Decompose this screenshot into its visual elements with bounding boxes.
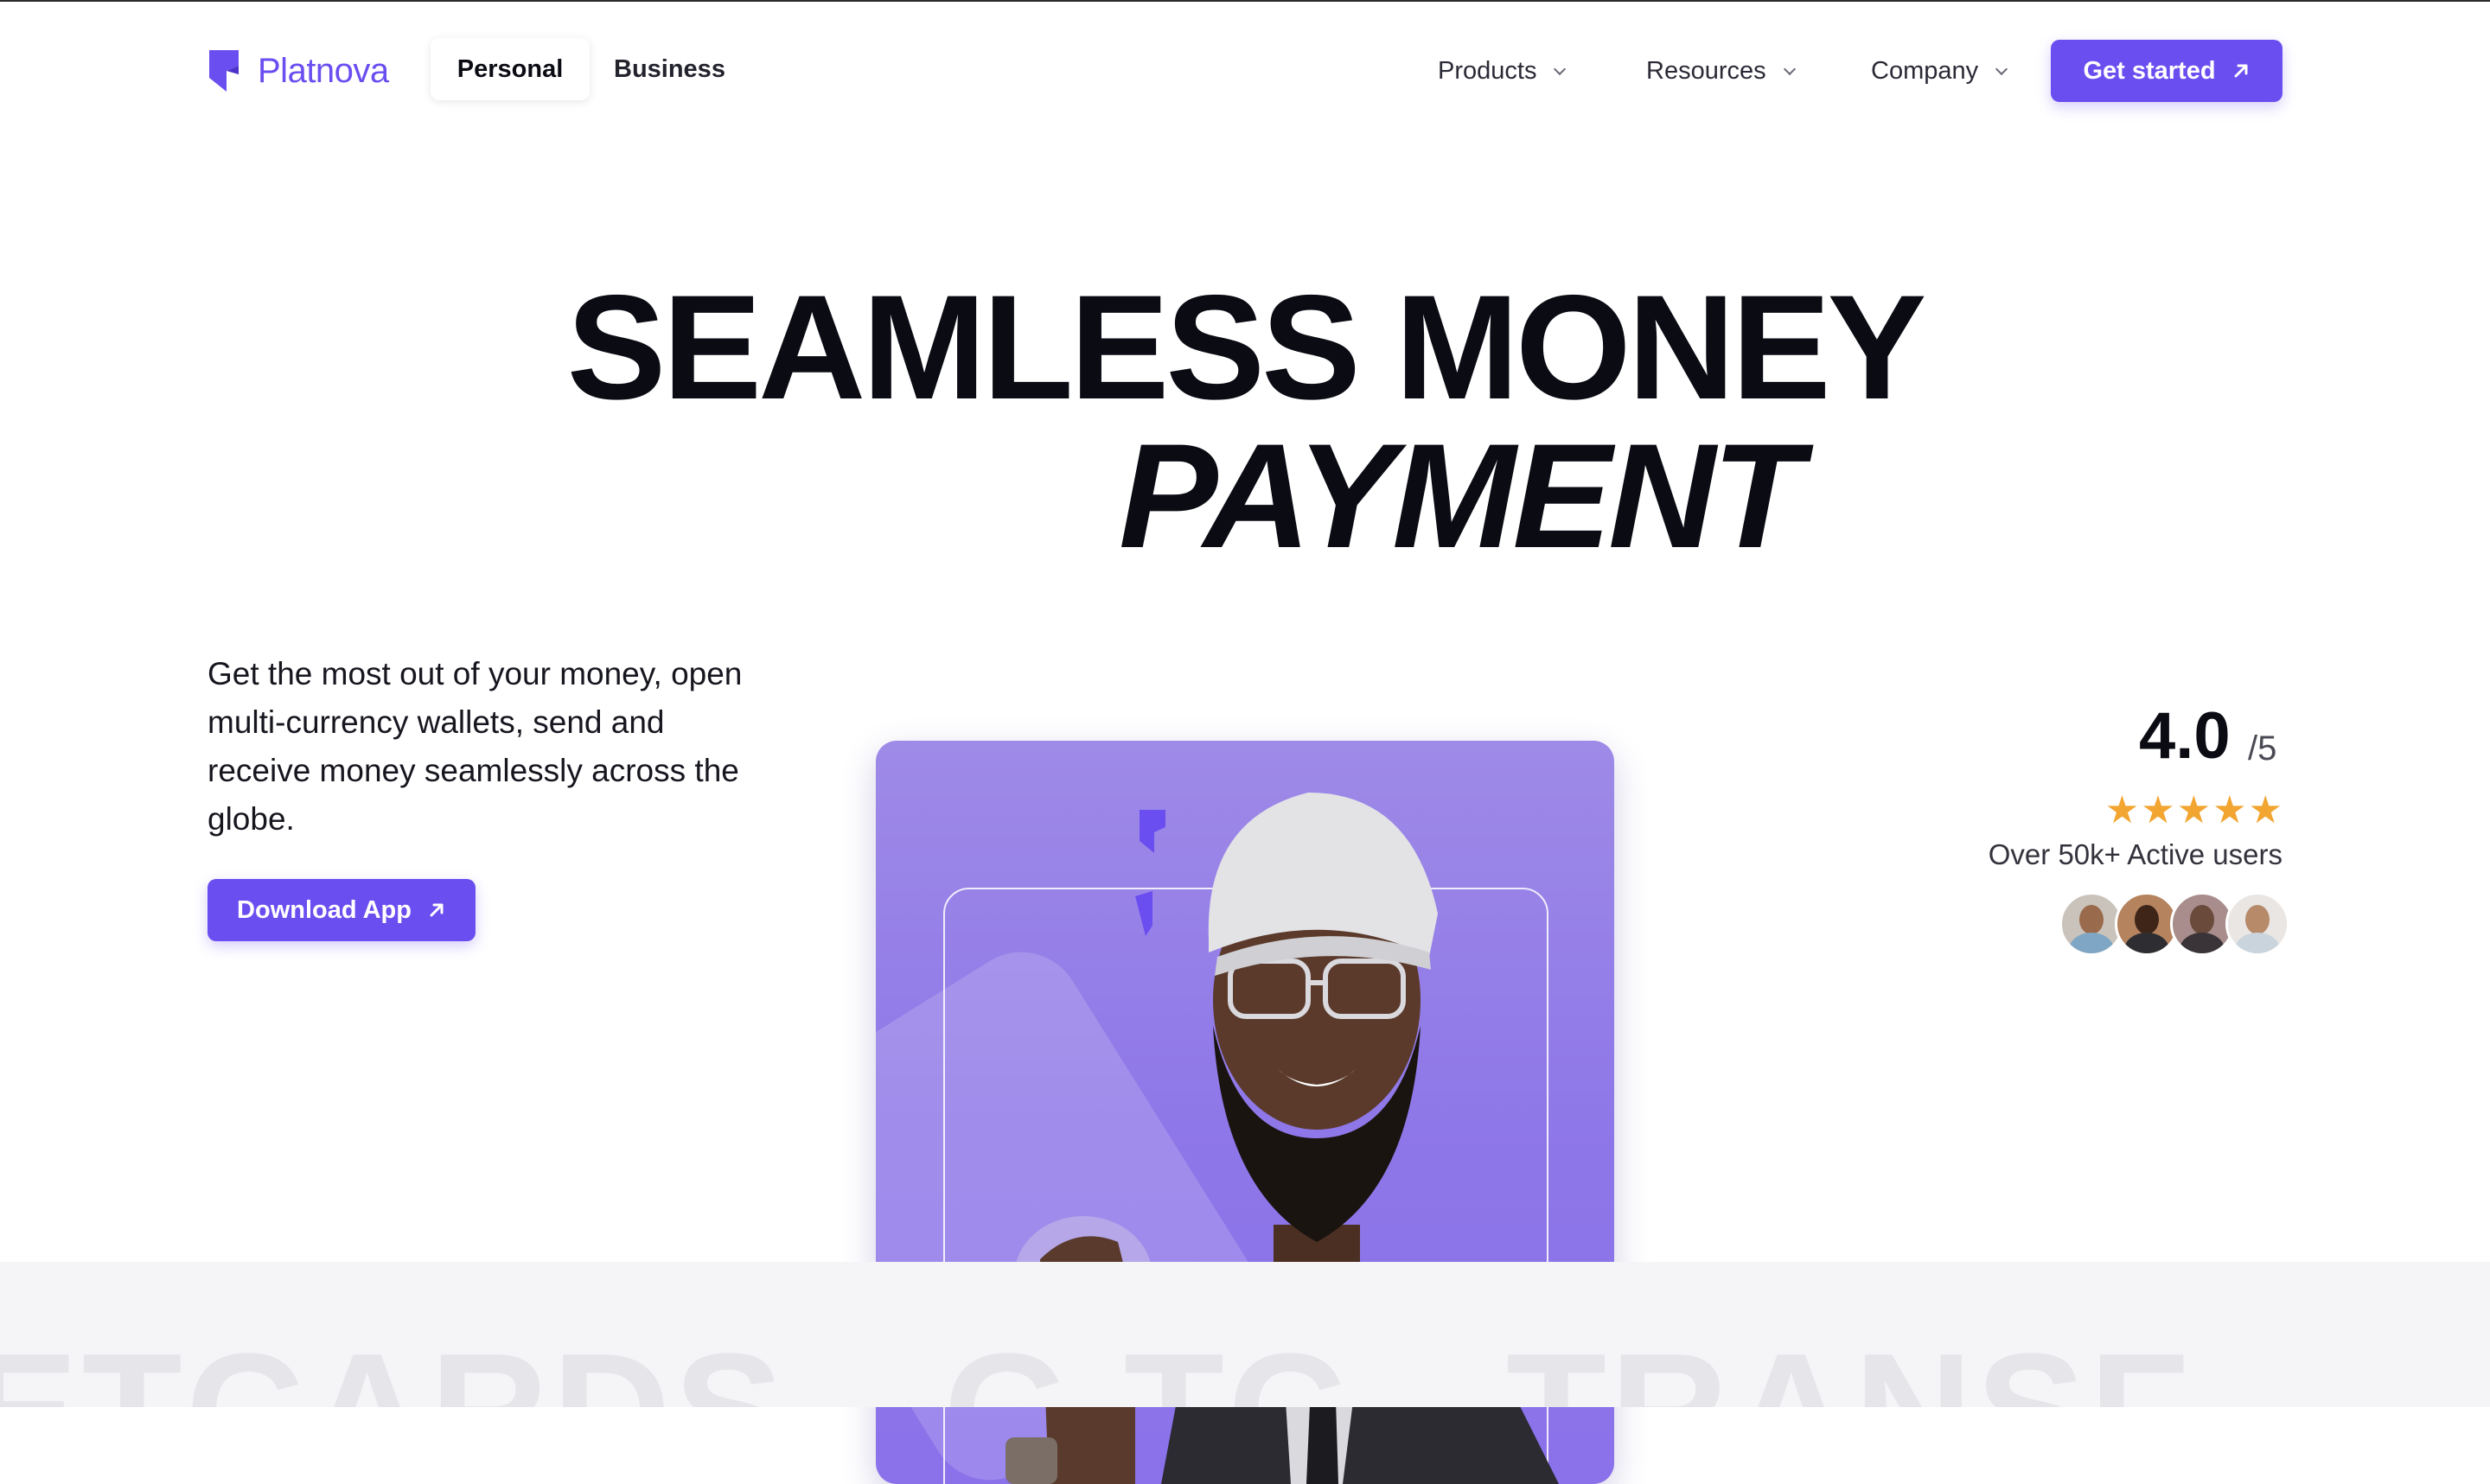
arrow-up-right-icon xyxy=(2234,64,2248,78)
nav-company-label: Company xyxy=(1871,56,1979,85)
brand-logo[interactable]: Platnova xyxy=(208,48,389,93)
nav-resources[interactable]: Resources xyxy=(1646,38,1796,104)
rating-out-of: /5 xyxy=(2248,729,2277,767)
tab-business[interactable]: Business xyxy=(614,38,725,100)
download-app-label: Download App xyxy=(237,895,412,924)
star-icon: ★ xyxy=(2104,789,2140,831)
avatar xyxy=(2059,892,2123,956)
chevron-down-icon xyxy=(1554,62,1567,76)
marquee-text: ETCARDS - G TC - TRANSF xyxy=(0,1329,2193,1407)
avatar xyxy=(2170,892,2234,956)
nav-products[interactable]: Products xyxy=(1438,38,1567,104)
active-users-text: Over 50k+ Active users xyxy=(1988,838,2282,870)
marquee-band: ETCARDS - G TC - TRANSF xyxy=(0,1262,2490,1407)
rating-score: 4.0 xyxy=(2139,699,2231,773)
platnova-logo-icon xyxy=(209,50,239,92)
hero-headline-line2: PAYMENT xyxy=(1119,413,1803,579)
chevron-down-icon xyxy=(1995,62,2008,76)
user-avatars xyxy=(2059,892,2289,956)
hero-intro-text: Get the most out of your money, open mul… xyxy=(208,656,743,837)
star-icon: ★ xyxy=(2176,789,2212,831)
arrow-up-right-icon xyxy=(430,903,444,917)
nav-products-label: Products xyxy=(1438,56,1537,85)
star-icon: ★ xyxy=(2212,789,2247,831)
avatar xyxy=(2115,892,2179,956)
brand-name: Platnova xyxy=(258,51,389,90)
star-icon: ★ xyxy=(2141,789,2175,831)
rating-stars: ★ ★ ★ ★ ★ xyxy=(2105,789,2282,831)
tab-personal[interactable]: Personal xyxy=(431,38,590,100)
star-icon: ★ xyxy=(2248,789,2282,831)
nav-company[interactable]: Company xyxy=(1871,38,2008,104)
avatar xyxy=(2225,892,2289,956)
chevron-down-icon xyxy=(1783,62,1796,76)
browser-top-border xyxy=(0,0,2490,2)
nav-resources-label: Resources xyxy=(1646,56,1766,85)
get-started-button[interactable]: Get started xyxy=(2051,40,2282,102)
hero-headline-line1: SEAMLESS MONEY xyxy=(566,264,1927,430)
get-started-label: Get started xyxy=(2083,56,2216,85)
download-app-button[interactable]: Download App xyxy=(208,879,476,941)
